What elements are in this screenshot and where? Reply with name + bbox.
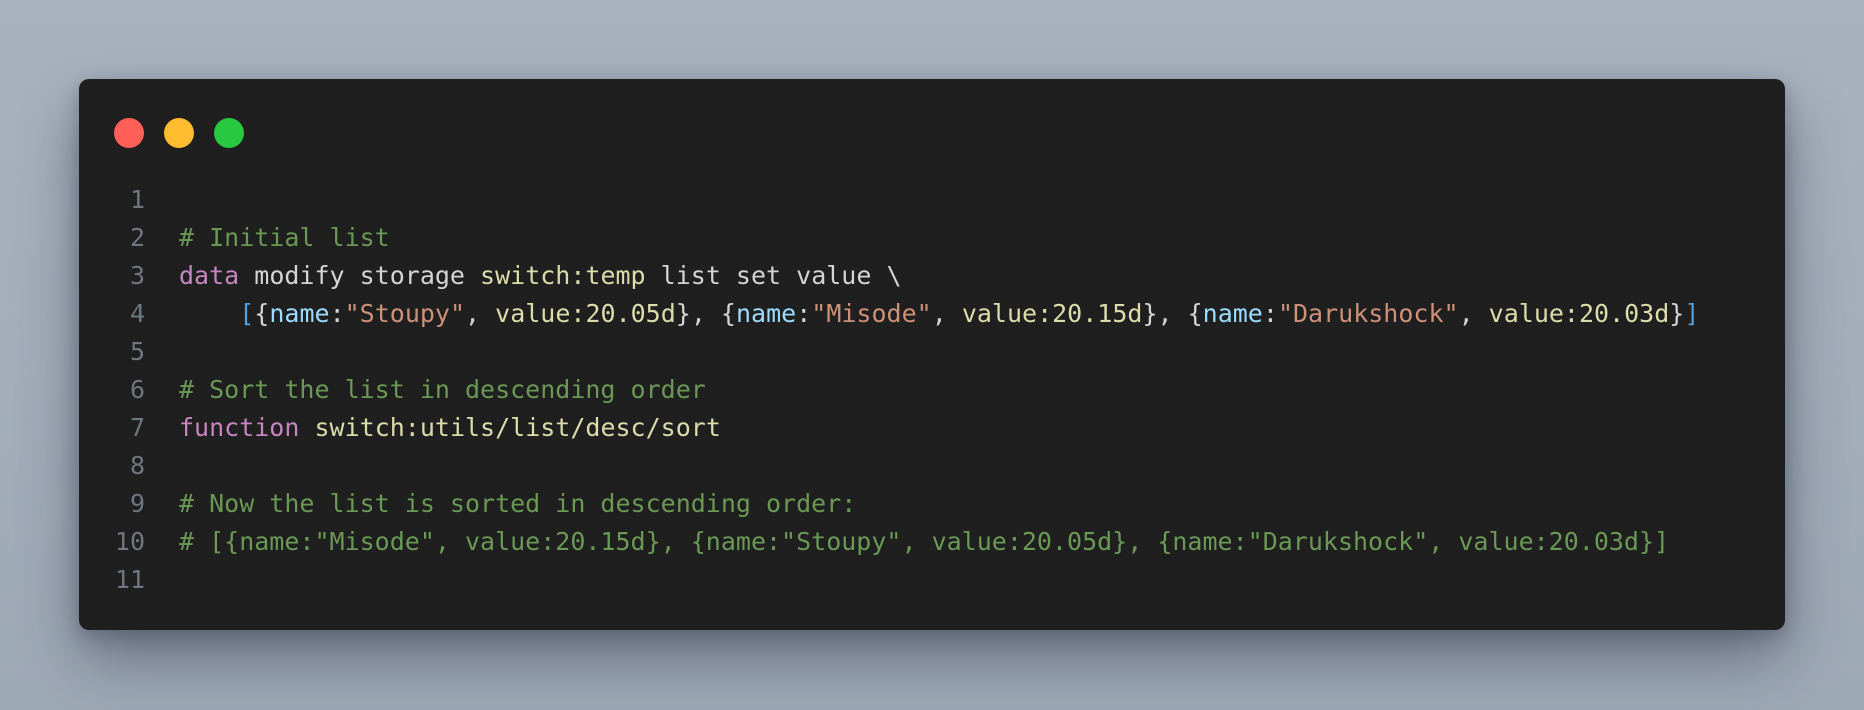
line-number: 2 (129, 223, 145, 252)
code-token-plain: : (1262, 299, 1278, 328)
code-window: 1 2 # Initial list 3 data modify storage swi… (79, 79, 1785, 630)
code-line: 7 function switch:utils/list/desc/sort (79, 409, 1785, 447)
code-token-string: "Misode" (811, 299, 932, 328)
code-token-plain: { (254, 299, 270, 328)
code-line: 11 (79, 561, 1785, 599)
code-token-plain: } (1669, 299, 1685, 328)
line-number: 6 (129, 375, 145, 404)
code-line: 4 [{name:"Stoupy", value:20.05d}, {name:… (79, 295, 1785, 333)
code-line: 1 (79, 181, 1785, 219)
line-content: [{name:"Stoupy", value:20.05d}, {name:"M… (179, 295, 1699, 333)
code-token-cmd: function (179, 413, 300, 442)
line-number: 11 (114, 565, 145, 594)
code-line: 8 (79, 447, 1785, 485)
code-token-bracket: [ (239, 299, 255, 328)
code-token-comment: # Now the list is sorted in descending o… (179, 489, 857, 518)
minimize-button[interactable] (164, 118, 194, 148)
window-controls (114, 118, 244, 148)
code-token-plain: , (1458, 299, 1489, 328)
line-content: data modify storage switch:temp list set… (179, 257, 902, 295)
close-button[interactable] (114, 118, 144, 148)
code-line: 3 data modify storage switch:temp list se… (79, 257, 1785, 295)
code-token-comment: # Sort the list in descending order (179, 375, 706, 404)
code-token-string: "Darukshock" (1277, 299, 1459, 328)
code-token-key: name (269, 299, 330, 328)
code-line: 10 # [{name:"Misode", value:20.15d}, {nam… (79, 523, 1785, 561)
code-token-cmd: data (179, 261, 240, 290)
code-line: 2 # Initial list (79, 219, 1785, 257)
code-line: 5 (79, 333, 1785, 371)
code-token-string: "Stoupy" (344, 299, 466, 328)
code-token-resloc: switch:utils/list/desc/sort (314, 413, 721, 442)
line-number: 4 (129, 299, 145, 328)
code-token-plain: }, { (1142, 299, 1203, 328)
line-content: # Initial list (179, 219, 390, 257)
code-token-key: name (736, 299, 797, 328)
code-line: 6 # Sort the list in descending order (79, 371, 1785, 409)
code-token-key: name (1202, 299, 1263, 328)
code-token-plain: : (329, 299, 345, 328)
line-number: 8 (129, 451, 145, 480)
line-number: 3 (129, 261, 145, 290)
code-token-resloc: value:20.03d (1488, 299, 1670, 328)
code-token-resloc: value:20.05d (495, 299, 676, 328)
maximize-button[interactable] (214, 118, 244, 148)
line-content: # [{name:"Misode", value:20.15d}, {name:… (179, 523, 1669, 561)
code-token-plain: }, { (675, 299, 736, 328)
code-token-plain: modify storage (239, 261, 481, 290)
code-token-comment: # Initial list (179, 223, 390, 252)
line-content: function switch:utils/list/desc/sort (179, 409, 721, 447)
line-number: 1 (129, 185, 145, 214)
code-token-plain: list set value \ (645, 261, 902, 290)
code-token-bracket: ] (1684, 299, 1700, 328)
code-block[interactable]: 1 2 # Initial list 3 data modify storage swi… (79, 181, 1785, 599)
line-number: 7 (129, 413, 145, 442)
code-token-resloc: switch:temp (480, 261, 646, 290)
line-number: 5 (129, 337, 145, 366)
code-token-resloc: value:20.15d (961, 299, 1143, 328)
code-token-plain: : (796, 299, 812, 328)
line-number: 10 (114, 527, 145, 556)
line-number: 9 (129, 489, 145, 518)
code-token-comment: # [{name:"Misode", value:20.15d}, {name:… (179, 527, 1670, 556)
code-line: 9 # Now the list is sorted in descending … (79, 485, 1785, 523)
code-token-plain: , (931, 299, 962, 328)
code-token-plain: , (465, 299, 496, 328)
line-content: # Now the list is sorted in descending o… (179, 485, 856, 523)
line-content: # Sort the list in descending order (179, 371, 706, 409)
